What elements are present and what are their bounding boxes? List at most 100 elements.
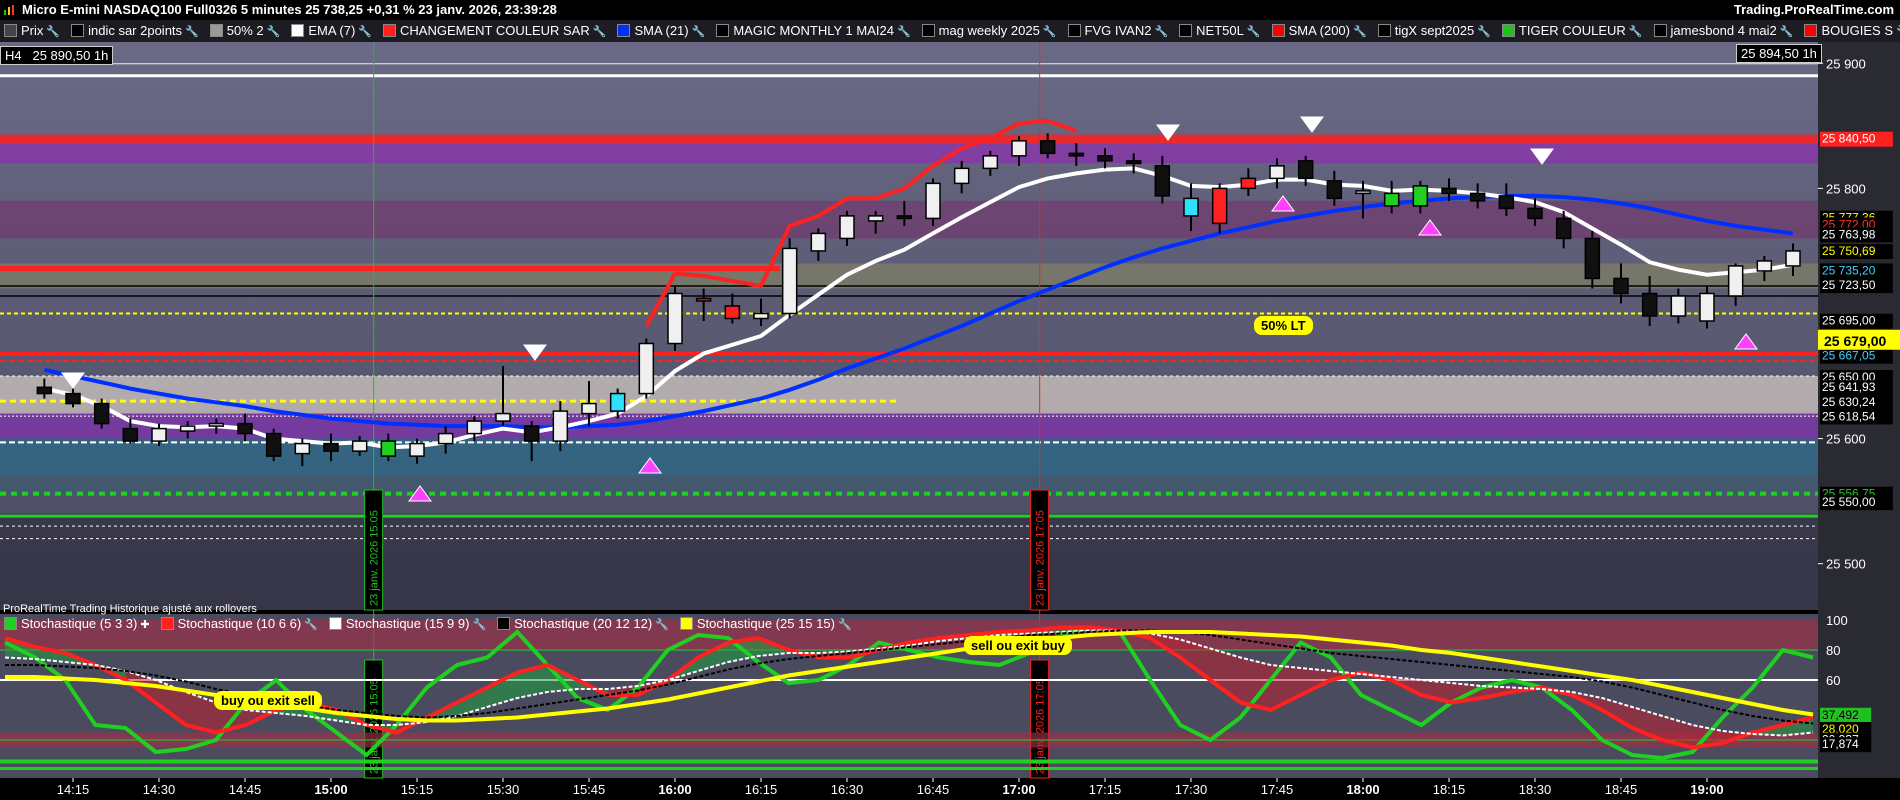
candle-body <box>179 425 196 432</box>
indicator-legend-item[interactable]: EMA (7) 🔧 <box>287 20 372 42</box>
stoch-legend-item[interactable]: Stochastique (5 3 3) ✚ <box>0 614 150 634</box>
stoch-floor-line <box>0 767 1818 770</box>
stoch-color-swatch <box>160 617 174 630</box>
wrench-icon: 🔧 <box>1353 26 1367 38</box>
indicator-color-swatch <box>71 24 85 37</box>
indicator-legend-item[interactable]: 50% 2 🔧 <box>206 20 281 42</box>
indicator-legend-item[interactable]: indic sar 2points 🔧 <box>67 20 199 42</box>
indicator-legend-item[interactable]: BOUGIES S🔧 <box>1800 20 1900 42</box>
wrench-icon: 🔧 <box>1896 21 1900 42</box>
wrench-icon: 🔧 <box>358 26 372 38</box>
candle-body <box>208 422 225 427</box>
stoch-tick-label: 100 <box>1826 613 1848 628</box>
candle-body <box>237 422 253 435</box>
annotation-50-lt: 50% LT <box>1254 316 1313 335</box>
time-tick-label: 18:15 <box>1433 782 1466 797</box>
candle-body <box>93 402 110 425</box>
indicator-legend-item[interactable]: CHANGEMENT COULEUR SAR 🔧 <box>379 20 606 42</box>
lower-zone <box>0 513 1818 610</box>
indicator-color-swatch <box>1804 24 1818 37</box>
indicator-legend-item[interactable]: tigX sept2025 🔧 <box>1374 20 1491 42</box>
candle <box>667 285 683 352</box>
candle-body <box>466 420 483 435</box>
time-tick-label: 14:15 <box>57 782 90 797</box>
indicator-legend-item[interactable]: TIGER COULEUR 🔧 <box>1498 20 1643 42</box>
wrench-icon: 🔧 <box>46 26 61 38</box>
stoch-tick-label: 60 <box>1826 673 1840 688</box>
stoch-legend-item[interactable]: Stochastique (10 6 6) 🔧 <box>157 614 318 634</box>
candle-body <box>1641 292 1658 317</box>
price-tag: 25 763,98 <box>1822 227 1876 241</box>
indicator-color-swatch <box>716 24 730 37</box>
stoch-color-swatch <box>497 617 511 630</box>
annotation-buy: buy ou exit sell <box>214 691 322 710</box>
indicator-color-swatch <box>1271 24 1285 37</box>
indicator-legend-item[interactable]: Prix 🔧 <box>0 20 60 42</box>
candle-body <box>1355 190 1371 195</box>
wrench-icon: 🔧 <box>1042 26 1057 38</box>
candle-body <box>695 297 712 302</box>
time-tick-label: 15:30 <box>487 782 520 797</box>
candle-body <box>667 292 683 345</box>
candle-body <box>351 440 368 452</box>
candle-body <box>1183 197 1199 217</box>
candle <box>781 238 798 319</box>
candle-body <box>1469 192 1486 202</box>
indicator-label: jamesbond 4 mai2 <box>1670 23 1777 38</box>
indicator-legend: Prix 🔧 indic sar 2points 🔧 50% 2 🔧 EMA (7) 🔧 CHA… <box>0 20 1900 42</box>
candle-body <box>1240 177 1257 190</box>
candle-body <box>495 412 511 422</box>
indicator-label: TIGER COULEUR <box>1518 23 1626 38</box>
candle-body <box>265 432 282 457</box>
price-tick-label: 25 900 <box>1826 56 1866 71</box>
indicator-color-swatch <box>617 24 631 37</box>
stoch-legend-item[interactable]: Stochastique (20 12 12) 🔧 <box>493 614 669 634</box>
candle-body <box>409 442 425 457</box>
indicator-label: NET50L <box>1196 23 1244 38</box>
indicator-label: FVG IVAN2 <box>1084 23 1152 38</box>
candle-body <box>36 386 53 395</box>
candle-body <box>151 427 167 442</box>
stoch-tag: 37,492 <box>1822 708 1859 722</box>
indicator-label: BOUGIES S <box>1821 23 1893 38</box>
indicator-legend-item[interactable]: MAGIC MONTHLY 1 MAI24 🔧 <box>712 20 911 42</box>
wrench-icon: 🔧 <box>266 26 281 38</box>
candle-body <box>1498 195 1515 210</box>
indicator-legend-item[interactable]: FVG IVAN2 🔧 <box>1064 20 1169 42</box>
candle-body <box>982 155 999 170</box>
candle-body <box>1097 155 1113 162</box>
indicator-color-swatch <box>1377 24 1391 37</box>
indicator-legend-item[interactable]: jamesbond 4 mai2 🔧 <box>1650 20 1793 42</box>
stoch-legend-item[interactable]: Stochastique (25 15 15) 🔧 <box>676 614 852 634</box>
wrench-icon: 🔧 <box>1154 26 1169 38</box>
candle <box>93 398 110 429</box>
price-tag: 25 630,24 <box>1822 395 1876 409</box>
candle-body <box>638 342 655 395</box>
indicator-color-swatch <box>383 24 396 37</box>
top-right-price-box: 25 894,50 1h <box>1736 44 1822 63</box>
indicator-label: MAGIC MONTHLY 1 MAI24 <box>733 23 894 38</box>
indicator-legend-item[interactable]: NET50L 🔧 <box>1175 20 1261 42</box>
candle-body <box>380 440 397 457</box>
time-tick-label: 14:45 <box>229 782 262 797</box>
indicator-label: Prix <box>21 23 44 38</box>
current-price-label: 25 679,00 <box>1824 333 1886 349</box>
stoch-label: Stochastique (5 3 3) <box>21 616 138 631</box>
brand-label: Trading.ProRealTime.com <box>1733 2 1894 17</box>
price-tag: 25 695,00 <box>1822 314 1876 328</box>
candle-body <box>1441 187 1457 195</box>
indicator-legend-item[interactable]: mag weekly 2025 🔧 <box>918 20 1057 42</box>
time-tick-label: 17:30 <box>1175 782 1208 797</box>
candle-body <box>122 427 139 442</box>
indicator-legend-item[interactable]: SMA (200) 🔧 <box>1268 20 1367 42</box>
candle-body <box>437 432 454 445</box>
stoch-legend-item[interactable]: Stochastique (15 9 9) 🔧 <box>325 614 486 634</box>
indicator-label: 50% 2 <box>226 23 264 38</box>
price-tag: 25 750,69 <box>1822 244 1876 258</box>
indicator-color-swatch <box>209 24 223 37</box>
vertical-marker-label: 23 janv. 2026 17:05 <box>1035 510 1047 606</box>
time-tick-label: 18:00 <box>1346 782 1379 797</box>
time-tick-label: 15:15 <box>401 782 434 797</box>
indicator-legend-item[interactable]: SMA (21) 🔧 <box>613 20 705 42</box>
wrench-icon: 🔧 <box>304 619 318 631</box>
